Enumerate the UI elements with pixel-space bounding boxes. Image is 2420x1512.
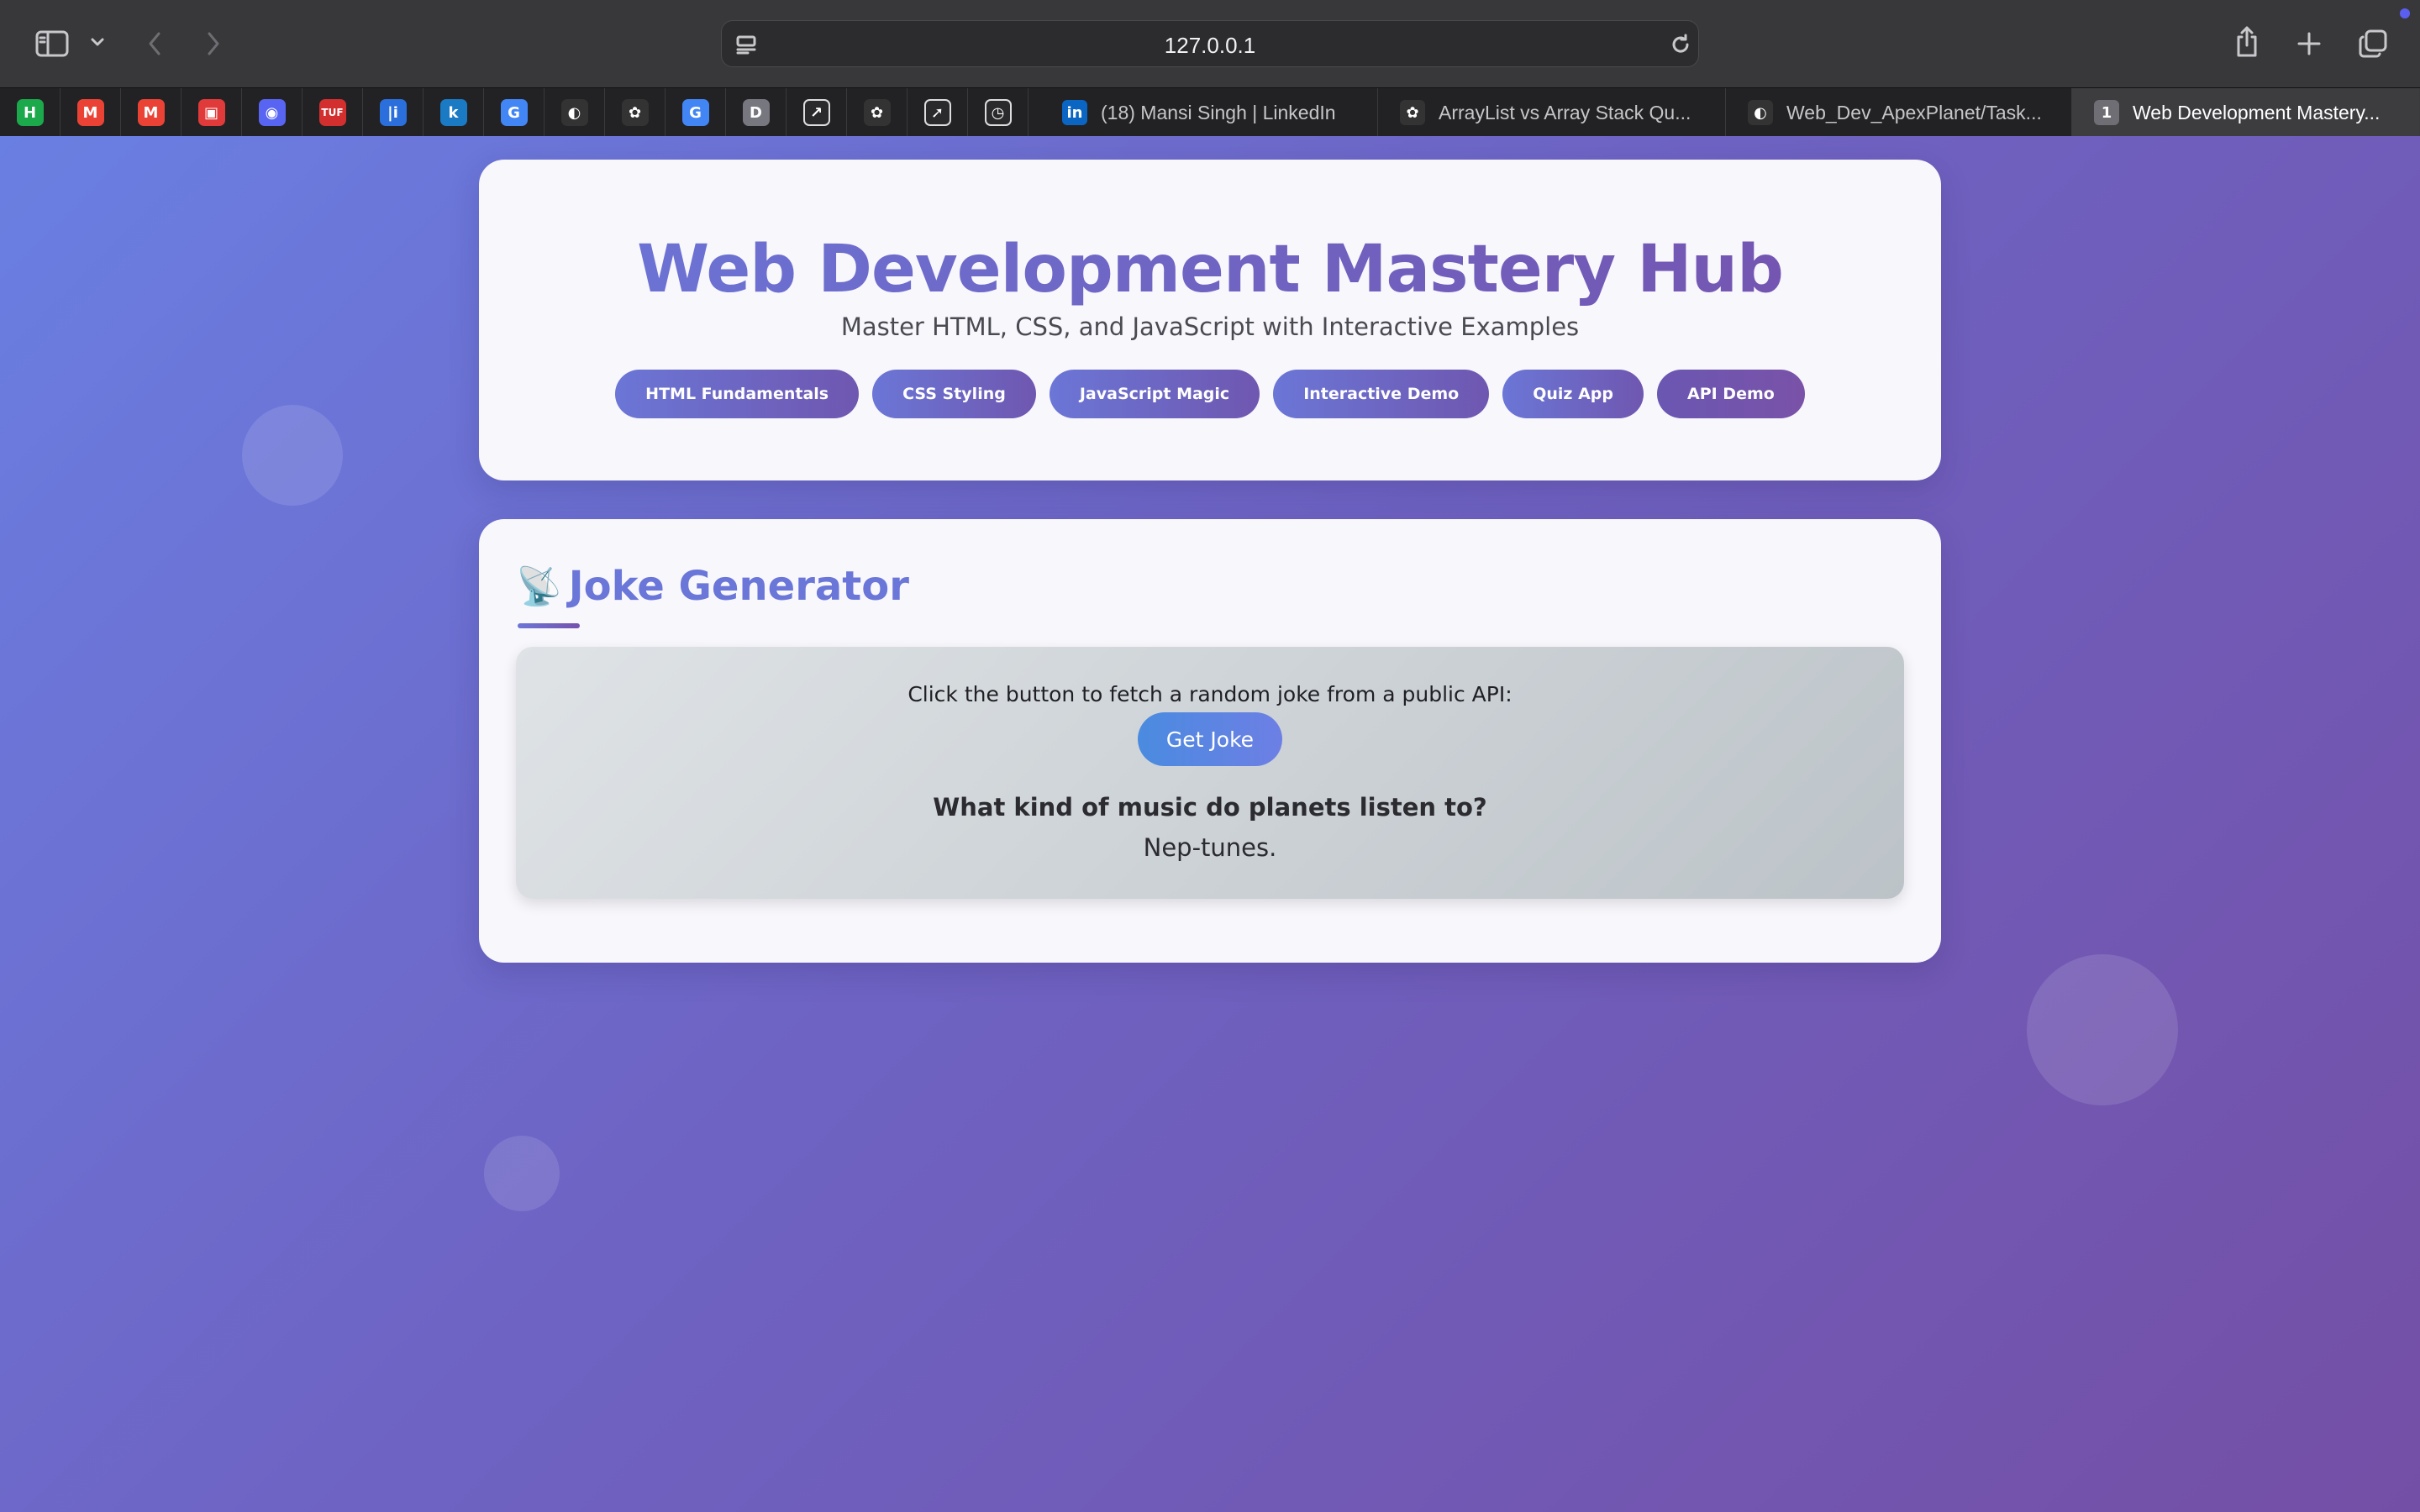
favorite-5[interactable]: TUF xyxy=(302,88,363,137)
decorative-bubble xyxy=(242,405,343,506)
satellite-dish-icon: 📡 xyxy=(516,565,562,608)
clock-icon: ◷ xyxy=(984,99,1012,126)
favorite-15[interactable]: ➚ xyxy=(908,88,968,137)
new-tab-icon[interactable] xyxy=(2292,27,2326,60)
forward-arrow-icon[interactable] xyxy=(198,27,229,60)
page-background: Web Development Mastery Hub Master HTML,… xyxy=(0,136,2420,1512)
get-joke-button[interactable]: Get Joke xyxy=(1138,712,1282,766)
joke-punchline: Nep-tunes. xyxy=(1143,833,1277,862)
google-icon: G xyxy=(500,99,528,126)
google-icon: G xyxy=(681,99,709,126)
section-title: Joke Generator xyxy=(568,563,909,610)
browser-tab-3[interactable]: 1 Web Development Mastery... xyxy=(2072,88,2420,137)
browser-toolbar: 127.0.0.1 xyxy=(0,0,2420,87)
joke-generator-card: 📡 Joke Generator Click the button to fet… xyxy=(479,519,1941,963)
favorite-9[interactable]: ◐ xyxy=(544,88,605,137)
chevron-down-icon[interactable] xyxy=(87,32,108,52)
favorite-12[interactable]: D xyxy=(726,88,786,137)
nav-quiz-app[interactable]: Quiz App xyxy=(1502,370,1644,418)
address-bar[interactable]: 127.0.0.1 xyxy=(721,20,1699,67)
joke-demo-box: Click the button to fetch a random joke … xyxy=(516,647,1904,899)
browser-tab-1[interactable]: ✿ ArrayList vs Array Stack Qu... xyxy=(1378,88,1726,137)
openai-icon: ✿ xyxy=(1400,100,1425,125)
share-icon[interactable] xyxy=(2230,22,2264,62)
favorite-16[interactable]: ◷ xyxy=(968,88,1028,137)
nav-interactive-demo[interactable]: Interactive Demo xyxy=(1273,370,1490,418)
favorite-7[interactable]: k xyxy=(424,88,484,137)
section-nav: HTML Fundamentals CSS Styling JavaScript… xyxy=(479,370,1941,418)
tab-overview-icon[interactable] xyxy=(2354,25,2391,62)
github-icon: ◐ xyxy=(1748,100,1773,125)
title-underline xyxy=(518,623,580,628)
nav-api-demo[interactable]: API Demo xyxy=(1656,370,1805,418)
openai-icon: ✿ xyxy=(621,99,649,126)
browser-tab-0[interactable]: in (18) Mansi Singh | LinkedIn xyxy=(1040,88,1378,137)
reload-icon[interactable] xyxy=(1668,33,1693,56)
tab-bar: H M M ▣ ◉ TUF |i k G ◐ ✿ G D ↗ ✿ ➚ ◷ in (18) Mansi Singh |… xyxy=(0,87,2420,137)
tab-label: ArrayList vs Array Stack Qu... xyxy=(1439,101,1691,123)
url-text: 127.0.0.1 xyxy=(1164,33,1256,58)
tab-label: Web_Dev_ApexPlanet/Task... xyxy=(1786,101,2042,123)
joke-setup: What kind of music do planets listen to? xyxy=(933,793,1487,822)
nav-css-styling[interactable]: CSS Styling xyxy=(872,370,1036,418)
favorite-2[interactable]: M xyxy=(121,88,182,137)
favorite-13[interactable]: ↗ xyxy=(786,88,847,137)
nav-javascript-magic[interactable]: JavaScript Magic xyxy=(1049,370,1260,418)
tab-count-icon: 1 xyxy=(2094,100,2119,125)
k-icon: k xyxy=(439,99,467,126)
notification-dot xyxy=(2400,8,2410,18)
tuf-icon: TUF xyxy=(318,99,346,126)
nav-html-fundamentals[interactable]: HTML Fundamentals xyxy=(615,370,860,418)
d-icon: D xyxy=(742,99,770,126)
favorite-11[interactable]: G xyxy=(666,88,726,137)
github-icon: ◐ xyxy=(560,99,588,126)
chart-icon: ↗ xyxy=(802,99,830,126)
back-arrow-icon[interactable] xyxy=(139,27,170,60)
gmail-icon: M xyxy=(137,99,165,126)
header-card: Web Development Mastery Hub Master HTML,… xyxy=(479,160,1941,480)
favorite-4[interactable]: ◉ xyxy=(242,88,302,137)
browser-tab-2[interactable]: ◐ Web_Dev_ApexPlanet/Task... xyxy=(1726,88,2072,137)
sidebar-toggle-icon[interactable] xyxy=(32,25,72,62)
favorite-14[interactable]: ✿ xyxy=(847,88,908,137)
decorative-bubble xyxy=(2027,954,2178,1105)
section-heading: 📡 Joke Generator xyxy=(516,563,909,610)
hackerrank-icon: H xyxy=(16,99,44,126)
decorative-bubble xyxy=(484,1136,560,1211)
rocket-icon: ➚ xyxy=(923,99,951,126)
favorite-0[interactable]: H xyxy=(0,88,60,137)
favorite-3[interactable]: ▣ xyxy=(182,88,242,137)
tab-label: (18) Mansi Singh | LinkedIn xyxy=(1101,101,1336,123)
favorite-10[interactable]: ✿ xyxy=(605,88,666,137)
box-icon: ▣ xyxy=(197,99,225,126)
favorite-8[interactable]: G xyxy=(484,88,544,137)
page-title: Web Development Mastery Hub xyxy=(479,232,1941,307)
page-subtitle: Master HTML, CSS, and JavaScript with In… xyxy=(840,312,1580,341)
instruction-text: Click the button to fetch a random joke … xyxy=(908,682,1512,706)
stats-icon: |i xyxy=(379,99,407,126)
favorite-6[interactable]: |i xyxy=(363,88,424,137)
linkedin-icon: in xyxy=(1062,100,1087,125)
openai-icon: ✿ xyxy=(863,99,891,126)
favorite-1[interactable]: M xyxy=(60,88,121,137)
gmail-icon: M xyxy=(76,99,104,126)
tab-label: Web Development Mastery... xyxy=(2133,101,2381,123)
discord-icon: ◉ xyxy=(258,99,286,126)
